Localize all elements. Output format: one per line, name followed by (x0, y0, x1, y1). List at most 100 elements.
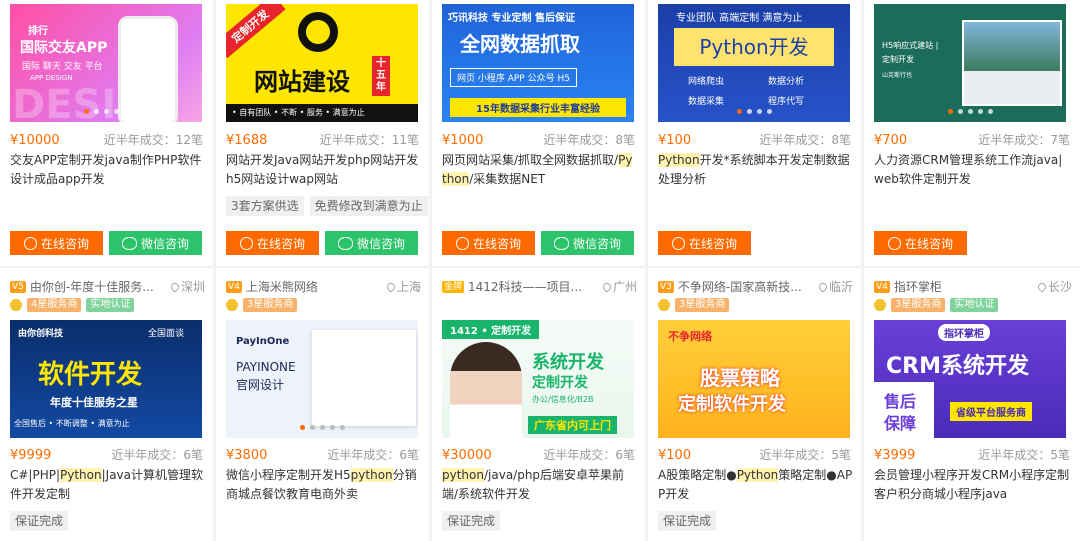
shop-name-link[interactable]: V4 上海米熊网络 (226, 278, 318, 295)
feature-tags: 保证完成 (658, 511, 717, 531)
ie-logo-icon (298, 12, 338, 52)
feature-tags: 3套方案供选 免费修改到满意为止 (226, 196, 428, 216)
price: ¥700 (874, 133, 908, 148)
price-row: ¥3800 近半年成交：6笔 (226, 446, 419, 463)
thumb-text: 定制开发 (226, 4, 286, 59)
online-consult-button[interactable]: 在线咨询 (226, 231, 319, 255)
wechat-consult-button[interactable]: 微信咨询 (541, 231, 634, 255)
location-pin-icon (385, 280, 397, 293)
feature-tag: 免费修改到满意为止 (309, 196, 428, 216)
card-thumbnail[interactable]: 指环掌柜 CRM系统开发 售后 保障 省级平台服务商 (874, 320, 1066, 438)
online-consult-button[interactable]: 在线咨询 (10, 231, 103, 255)
price-row: ¥100 近半年成交：8笔 (658, 131, 851, 148)
vip-level-badge: V5 (10, 280, 26, 293)
chat-icon (23, 236, 37, 250)
service-card[interactable]: 专业团队 高端定制 满意为止 Python开发 网络爬虫 数据分析 数据采集 程… (648, 0, 861, 266)
button-label: 在线咨询 (40, 236, 89, 251)
shop-name: 上海米熊网络 (245, 280, 318, 294)
deal-count: 近半年成交：12笔 (103, 133, 203, 147)
service-card[interactable]: 金牌 1412科技——项目... 广州 1412 • 定制开发 系统开发 定制开发… (432, 268, 645, 541)
shop-name-link[interactable]: 金牌 1412科技——项目... (442, 278, 582, 295)
card-title[interactable]: 交友APP定制开发java制作PHP软件设计成品app开发 (10, 151, 205, 189)
card-title[interactable]: C#|PHP|Python|Java计算机管理软件开发定制 (10, 466, 205, 504)
wechat-consult-button[interactable]: 微信咨询 (325, 231, 418, 255)
thumb-text: 1412 • 定制开发 (442, 320, 540, 339)
thumb-text: 全网数据抓取 (460, 32, 580, 56)
price: ¥10000 (10, 133, 60, 148)
card-thumbnail[interactable]: 专业团队 高端定制 满意为止 Python开发 网络爬虫 数据分析 数据采集 程… (658, 4, 850, 122)
chat-icon (239, 236, 253, 250)
online-consult-button[interactable]: 在线咨询 (442, 231, 535, 255)
thumb-text: 定制开发 (882, 55, 914, 64)
card-thumbnail[interactable]: PayInOne PAYINONE 官网设计 (226, 320, 418, 438)
card-title[interactable]: Python开发*系统脚本开发定制数据处理分析 (658, 151, 853, 189)
location: 广州 (601, 278, 637, 295)
thumb-text: PAYINONE (236, 360, 296, 374)
online-consult-button[interactable]: 在线咨询 (658, 231, 751, 255)
button-label: 微信咨询 (140, 236, 189, 251)
shop-name-link[interactable]: V5 由你创-年度十佳服务... (10, 278, 154, 295)
price: ¥30000 (442, 448, 492, 463)
card-thumbnail[interactable]: 定制开发 网站建设 十五年 • 自有团队 • 不断 • 服务 • 满意为止 (226, 4, 418, 122)
shop-name: 由你创-年度十佳服务... (29, 280, 154, 294)
shop-badges: 3星服务商 (226, 298, 298, 312)
service-listing-grid: 排行 国际交友APP 国际 聊天 交友 平台 APP DESIGN DESI ¥… (0, 0, 1080, 541)
thumb-text: 数据分析 (768, 77, 805, 87)
card-title[interactable]: 会员管理小程序开发CRM小程序定制客户积分商城小程序java (874, 466, 1072, 504)
carousel-dots[interactable] (658, 109, 850, 114)
price-row: ¥9999 近半年成交：6笔 (10, 446, 203, 463)
service-card[interactable]: V4 指环掌柜 长沙 3星服务商 实地认证 指环掌柜 CRM系统开发 售后 保障 … (864, 268, 1080, 541)
title-text: /采集数据NET (469, 172, 546, 186)
service-card[interactable]: 巧讯科技 专业定制 售后保证 全网数据抓取 网页 小程序 APP 公众号 H5 … (432, 0, 645, 266)
shop-badges: 3星服务商 (658, 298, 730, 312)
thumb-text: 专业团队 高端定制 满意为止 (676, 13, 803, 24)
card-title[interactable]: 网页网站采集/抓取全网数据抓取/Python/采集数据NET (442, 151, 637, 189)
thumb-text: H5响应式建站 | (882, 41, 939, 50)
thumb-text: 全国售后 • 不断调整 • 满意为止 (14, 419, 130, 428)
card-title[interactable]: A股策略定制●Python策略定制●APP开发 (658, 466, 853, 504)
shop-name-link[interactable]: V4 指环掌柜 (874, 278, 942, 295)
carousel-dots[interactable] (10, 109, 202, 114)
thumb-text: • 自有团队 • 不断 • 服务 • 满意为止 (226, 104, 418, 122)
thumb-text: 网站建设 (254, 68, 350, 96)
price-row: ¥3999 近半年成交：5笔 (874, 446, 1070, 463)
thumb-text: 十五年 (372, 56, 390, 96)
card-thumbnail[interactable]: 排行 国际交友APP 国际 聊天 交友 平台 APP DESIGN DESI (10, 4, 202, 122)
service-card[interactable]: 排行 国际交友APP 国际 聊天 交友 平台 APP DESIGN DESI ¥… (0, 0, 213, 266)
deal-count: 近半年成交：6笔 (327, 448, 419, 462)
card-title[interactable]: python/java/php后端安卓苹果前端/系统软件开发 (442, 466, 637, 504)
city: 临沂 (828, 280, 853, 294)
verified-badge: 实地认证 (86, 298, 135, 312)
deal-count: 近半年成交：5笔 (978, 448, 1070, 462)
card-thumbnail[interactable]: 巧讯科技 专业定制 售后保证 全网数据抓取 网页 小程序 APP 公众号 H5 … (442, 4, 634, 122)
wechat-consult-button[interactable]: 微信咨询 (109, 231, 202, 255)
button-label: 在线咨询 (904, 236, 953, 251)
online-consult-button[interactable]: 在线咨询 (874, 231, 967, 255)
service-card[interactable]: 定制开发 网站建设 十五年 • 自有团队 • 不断 • 服务 • 满意为止 ¥1… (216, 0, 429, 266)
thumb-text: 国际 聊天 交友 平台 (22, 62, 103, 72)
carousel-dots[interactable] (874, 109, 1066, 114)
service-card[interactable]: V3 不争网络-国家高新技... 临沂 3星服务商 不争网络 股票策略 定制软件开… (648, 268, 861, 541)
price: ¥1000 (442, 133, 484, 148)
thumb-text: 系统开发 (532, 352, 604, 373)
thumb-text: 定制开发 (532, 375, 588, 391)
card-thumbnail[interactable]: 由你创科技 全国面谈 软件开发 年度十佳服务之星 全国售后 • 不断调整 • 满… (10, 320, 202, 438)
service-card[interactable]: H5响应式建站 | 定制开发 山克斯行也 ¥700 近半年成交：7笔 人力资源C… (864, 0, 1080, 266)
city: 深圳 (180, 280, 205, 294)
thumb-text: 不争网络 (668, 330, 712, 343)
card-title[interactable]: 微信小程序定制开发H5python分销商城点餐饮教育电商外卖 (226, 466, 421, 504)
card-thumbnail[interactable]: 不争网络 股票策略 定制软件开发 (658, 320, 850, 438)
shop-name: 指环掌柜 (893, 280, 942, 294)
thumb-text: 排行 (28, 26, 48, 37)
carousel-dots[interactable] (226, 425, 418, 430)
service-card[interactable]: V5 由你创-年度十佳服务... 深圳 4星服务商 实地认证 由你创科技 全国面谈… (0, 268, 213, 541)
website-mockup (312, 330, 416, 426)
thumb-text: 保障 (884, 414, 917, 433)
service-card[interactable]: V4 上海米熊网络 上海 3星服务商 PayInOne PAYINONE 官网设计… (216, 268, 429, 541)
card-title[interactable]: 人力资源CRM管理系统工作流java|web软件定制开发 (874, 151, 1072, 189)
shop-name-link[interactable]: V3 不争网络-国家高新技... (658, 278, 802, 295)
card-thumbnail[interactable]: H5响应式建站 | 定制开发 山克斯行也 (874, 4, 1066, 122)
thumb-text: 数据采集 (688, 97, 725, 107)
card-title[interactable]: 网站开发Java网站开发php网站开发h5网站设计wap网站 (226, 151, 421, 189)
card-thumbnail[interactable]: 1412 • 定制开发 系统开发 定制开发 办公/信息化/B2B 广东省内可上门 (442, 320, 634, 438)
